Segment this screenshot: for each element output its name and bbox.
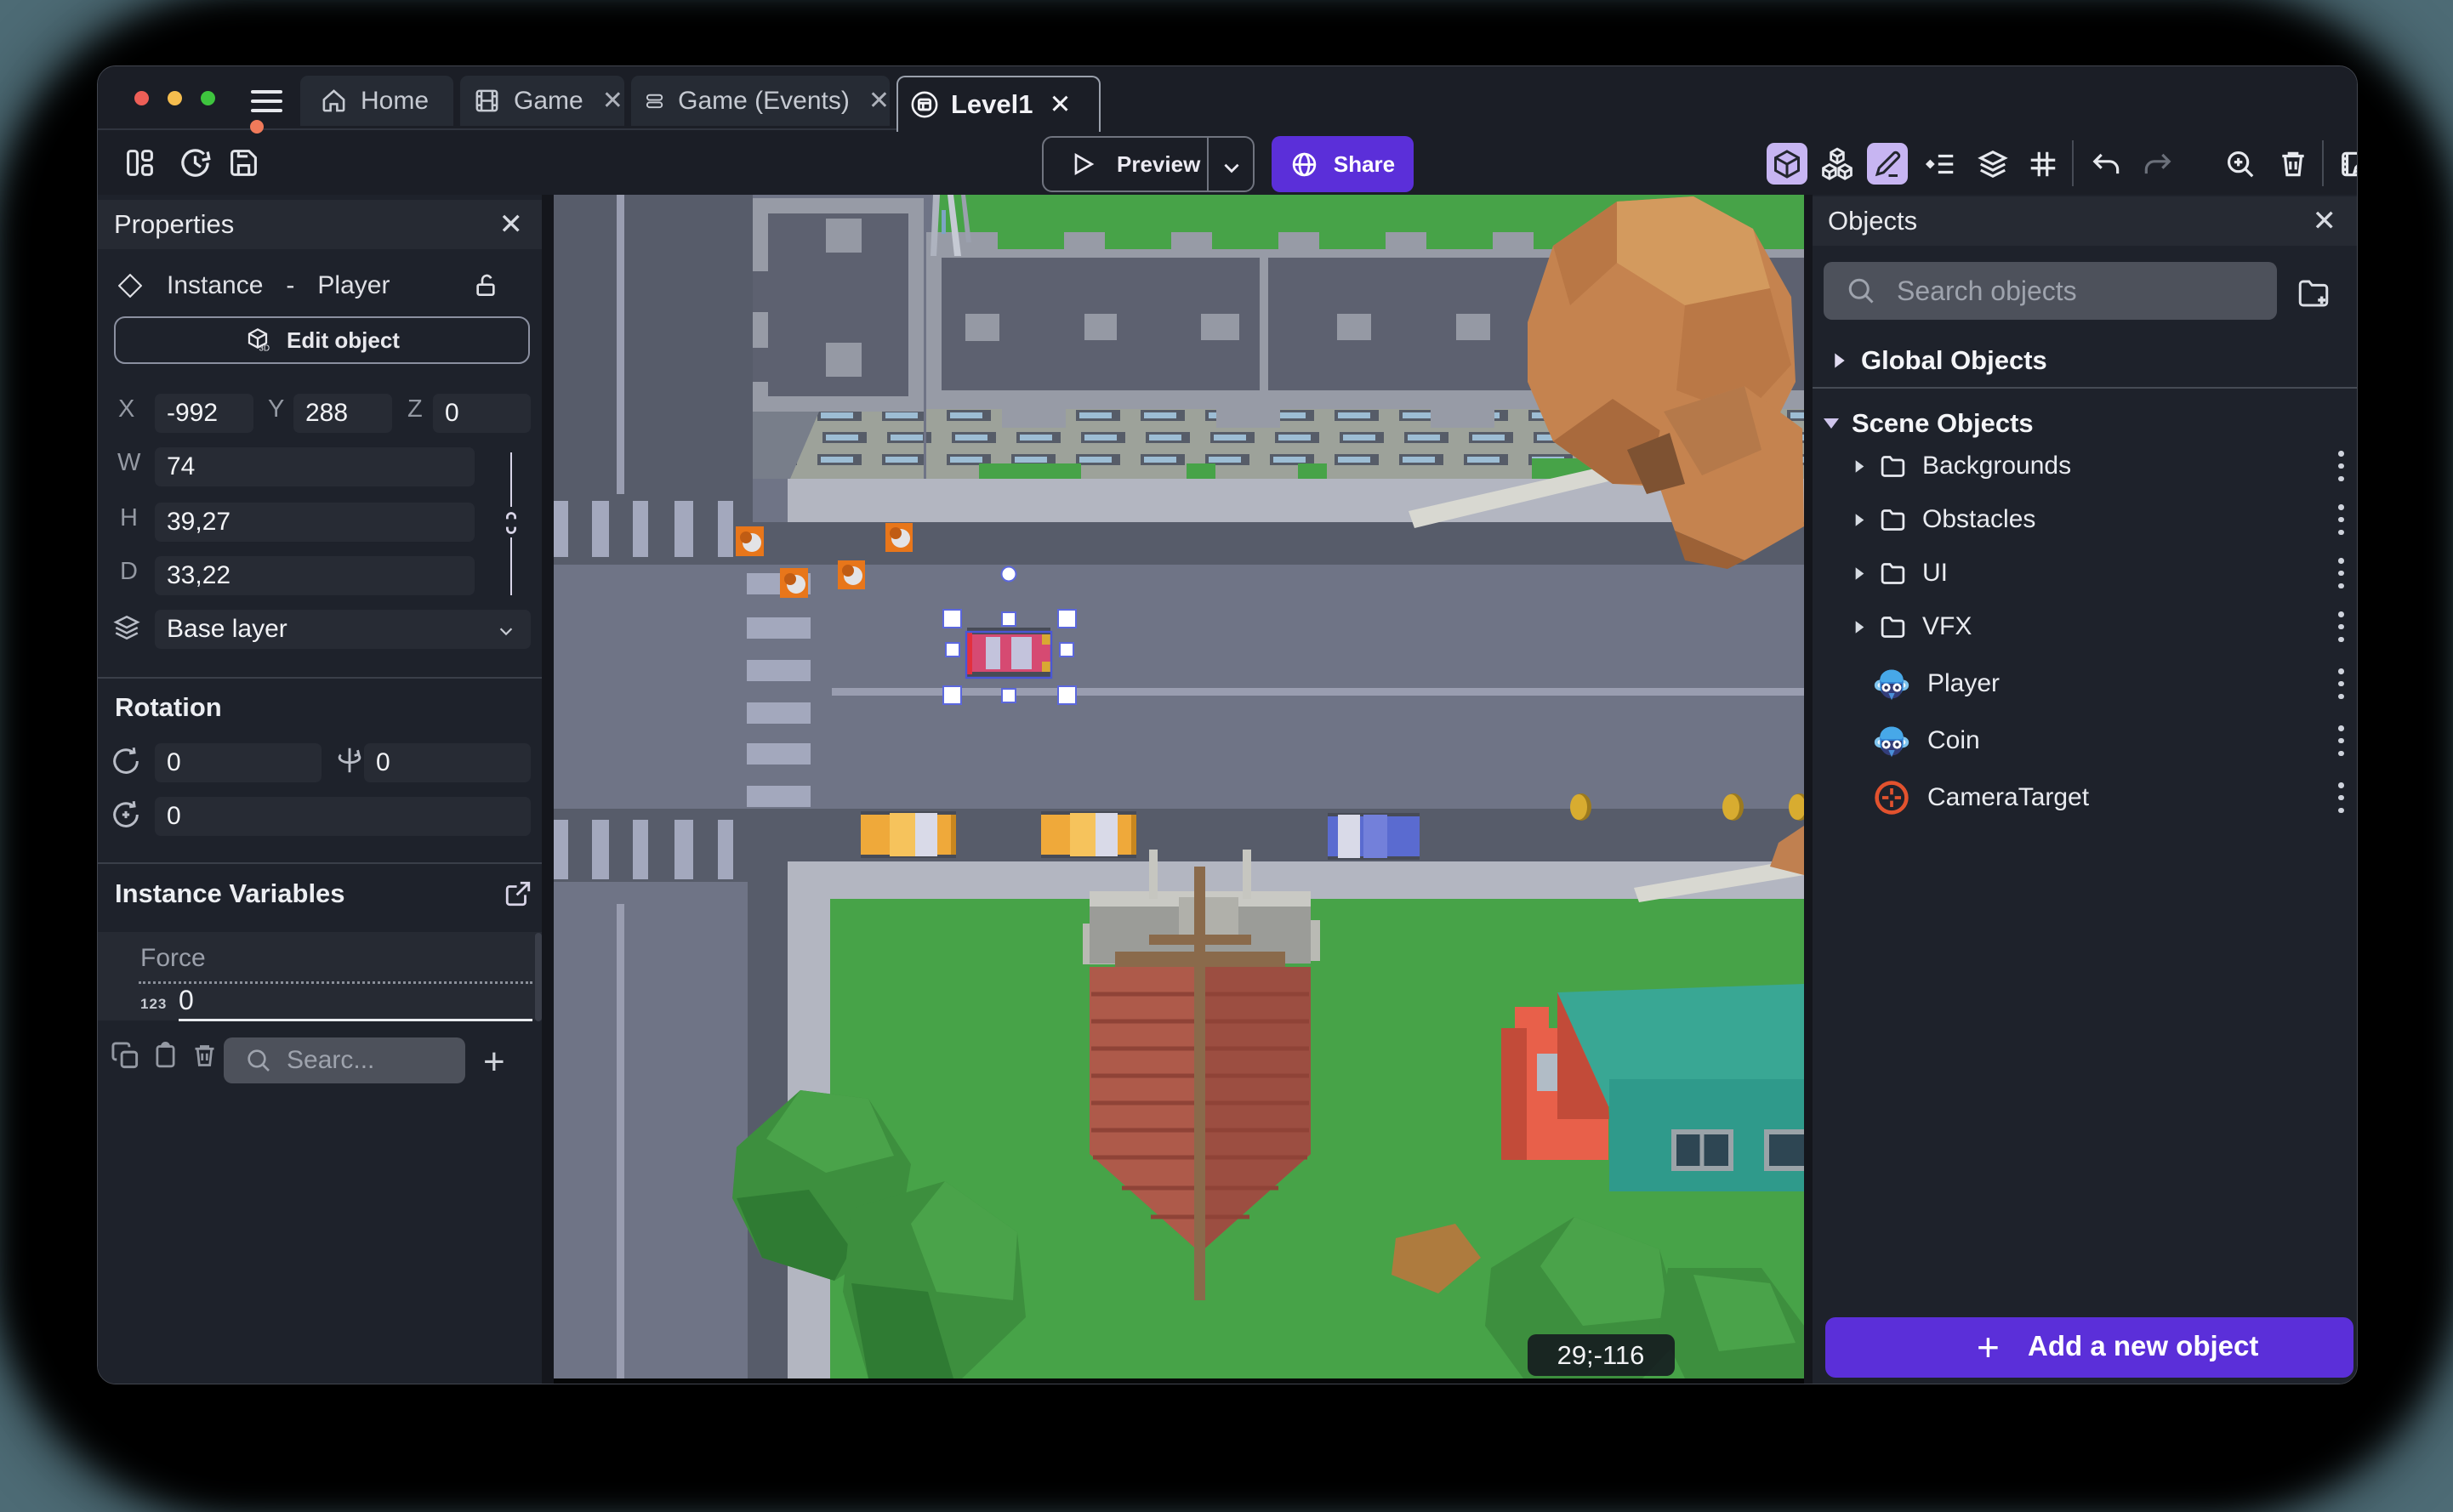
svg-text:29;-116: 29;-116 <box>1557 1340 1645 1370</box>
svg-text:3D: 3D <box>259 344 270 354</box>
